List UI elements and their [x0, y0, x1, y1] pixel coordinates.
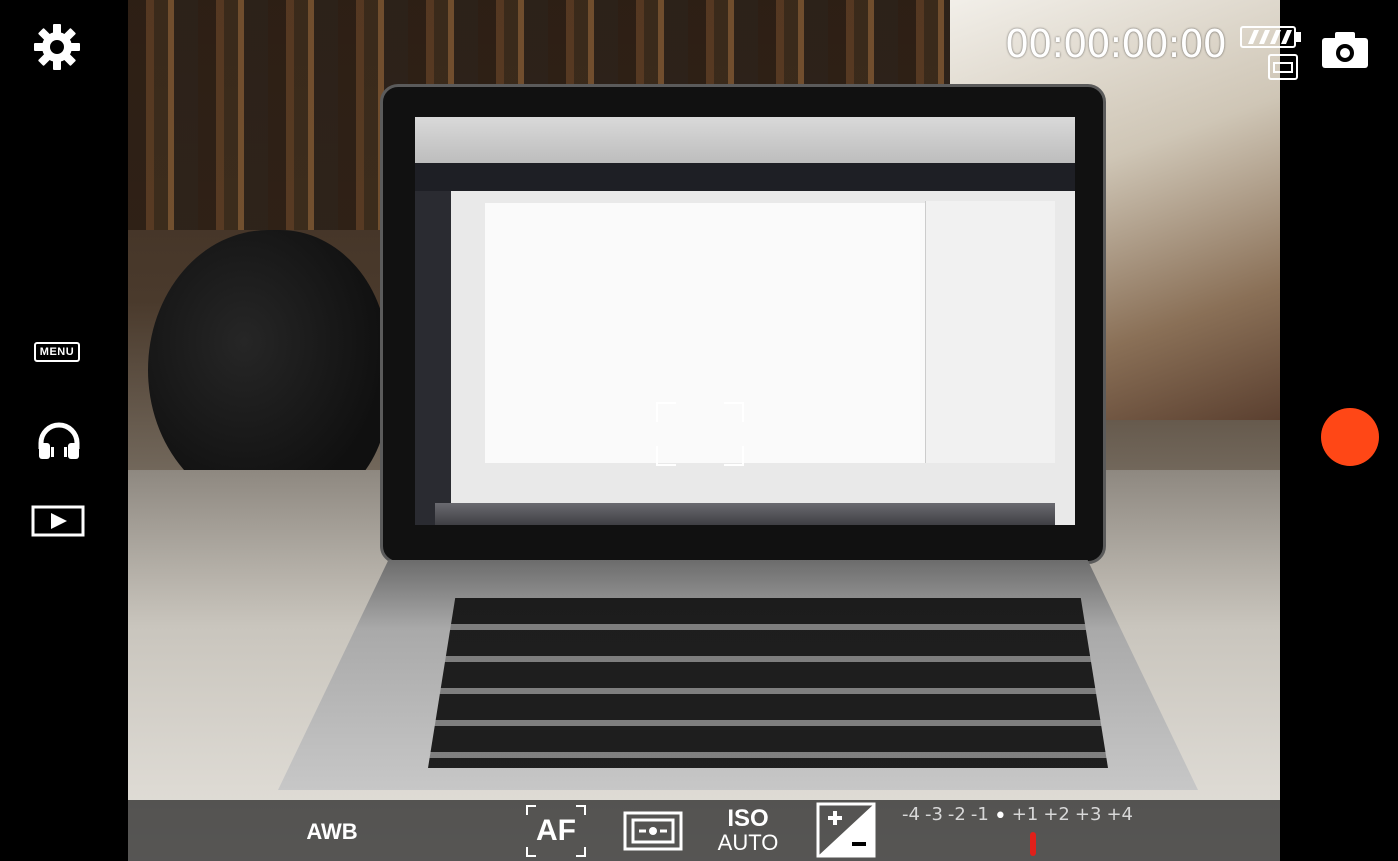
iso-value: AUTO: [717, 830, 779, 855]
focus-frame[interactable]: [656, 402, 744, 466]
metering-icon[interactable]: [620, 808, 686, 854]
exposure-scale-labels: -4 -3 -2 -1 • +1 +2 +3 +4: [902, 804, 1133, 829]
gear-icon[interactable]: [28, 18, 86, 76]
af-label: AF: [536, 814, 576, 847]
ev-tick: -3: [924, 804, 943, 825]
ev-tick: +2: [1043, 804, 1070, 825]
play-icon[interactable]: [30, 503, 86, 539]
ev-tick: -4: [902, 804, 920, 825]
camera-viewfinder[interactable]: [128, 0, 1280, 861]
ev-tick: +3: [1074, 804, 1102, 825]
ev-tick: +4: [1106, 804, 1133, 825]
ev-tick: -1: [970, 804, 989, 825]
headphones-icon[interactable]: [34, 418, 84, 464]
sd-card-icon: [1268, 54, 1298, 80]
battery-icon: [1240, 26, 1302, 48]
left-toolbar: MENU: [0, 0, 128, 861]
ev-tick-zero: •: [993, 804, 1007, 829]
right-toolbar: [1280, 0, 1398, 861]
iso-button[interactable]: ISO AUTO: [712, 806, 784, 858]
ev-tick: +1: [1011, 804, 1039, 825]
camera-icon[interactable]: [1320, 28, 1370, 70]
scene-laptop-display: [415, 117, 1075, 525]
menu-button[interactable]: MENU: [28, 338, 86, 366]
menu-label: MENU: [33, 342, 81, 362]
awb-label: AWB: [306, 819, 358, 844]
exposure-compensation-icon[interactable]: [814, 800, 878, 860]
ev-current-marker[interactable]: [1030, 832, 1036, 856]
scene-bag: [148, 230, 388, 510]
ev-tick: -2: [947, 804, 966, 825]
exposure-scale[interactable]: -4 -3 -2 -1 • +1 +2 +3 +4: [902, 800, 1182, 860]
awb-button[interactable]: AWB: [298, 812, 366, 852]
scene-keyboard: [428, 598, 1108, 768]
scene-laptop-screen: [380, 84, 1106, 564]
iso-label: ISO: [727, 805, 769, 832]
record-button[interactable]: [1321, 408, 1379, 466]
timecode: 00:00:00:00: [1005, 22, 1227, 66]
af-button[interactable]: AF: [524, 803, 588, 859]
